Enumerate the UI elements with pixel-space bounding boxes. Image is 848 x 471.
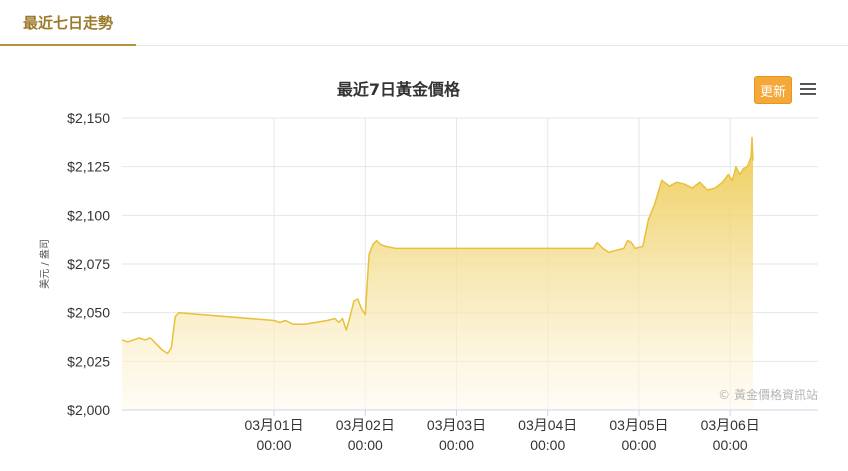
y-tick-label: $2,025 xyxy=(67,353,110,369)
x-tick-label-date: 03月03日 xyxy=(427,417,486,433)
credits-text: © 黃金價格資訊站 xyxy=(718,387,818,402)
x-tick-label-time: 00:00 xyxy=(621,437,656,453)
gold-price-chart: $2,000 $2,025 $2,050 $2,075 $2,100 $2,125 $2,1… xyxy=(38,110,818,453)
y-tick-label: $2,100 xyxy=(67,207,110,223)
y-tick-label: $2,050 xyxy=(67,305,110,321)
x-tick-label-date: 03月06日 xyxy=(701,417,760,433)
x-tick-label-date: 03月02日 xyxy=(336,417,395,433)
y-tick-label: $2,000 xyxy=(67,402,110,418)
x-tick-label-date: 03月01日 xyxy=(244,417,303,433)
x-tick-label-time: 00:00 xyxy=(257,437,292,453)
x-tick-label-time: 00:00 xyxy=(348,437,383,453)
area-layer xyxy=(121,136,754,410)
x-tick-label-time: 00:00 xyxy=(713,437,748,453)
x-tick-label-time: 00:00 xyxy=(530,437,565,453)
x-tick-label-date: 03月04日 xyxy=(518,417,577,433)
x-tick-label-time: 00:00 xyxy=(439,437,474,453)
y-tick-label: $2,075 xyxy=(67,256,110,272)
y-tick-label: $2,125 xyxy=(67,159,110,175)
series-area-fill xyxy=(122,137,753,410)
y-axis-label: 美元 / 盎司 xyxy=(38,239,51,289)
y-tick-label: $2,150 xyxy=(67,110,110,126)
x-tick-label-date: 03月05日 xyxy=(609,417,668,433)
